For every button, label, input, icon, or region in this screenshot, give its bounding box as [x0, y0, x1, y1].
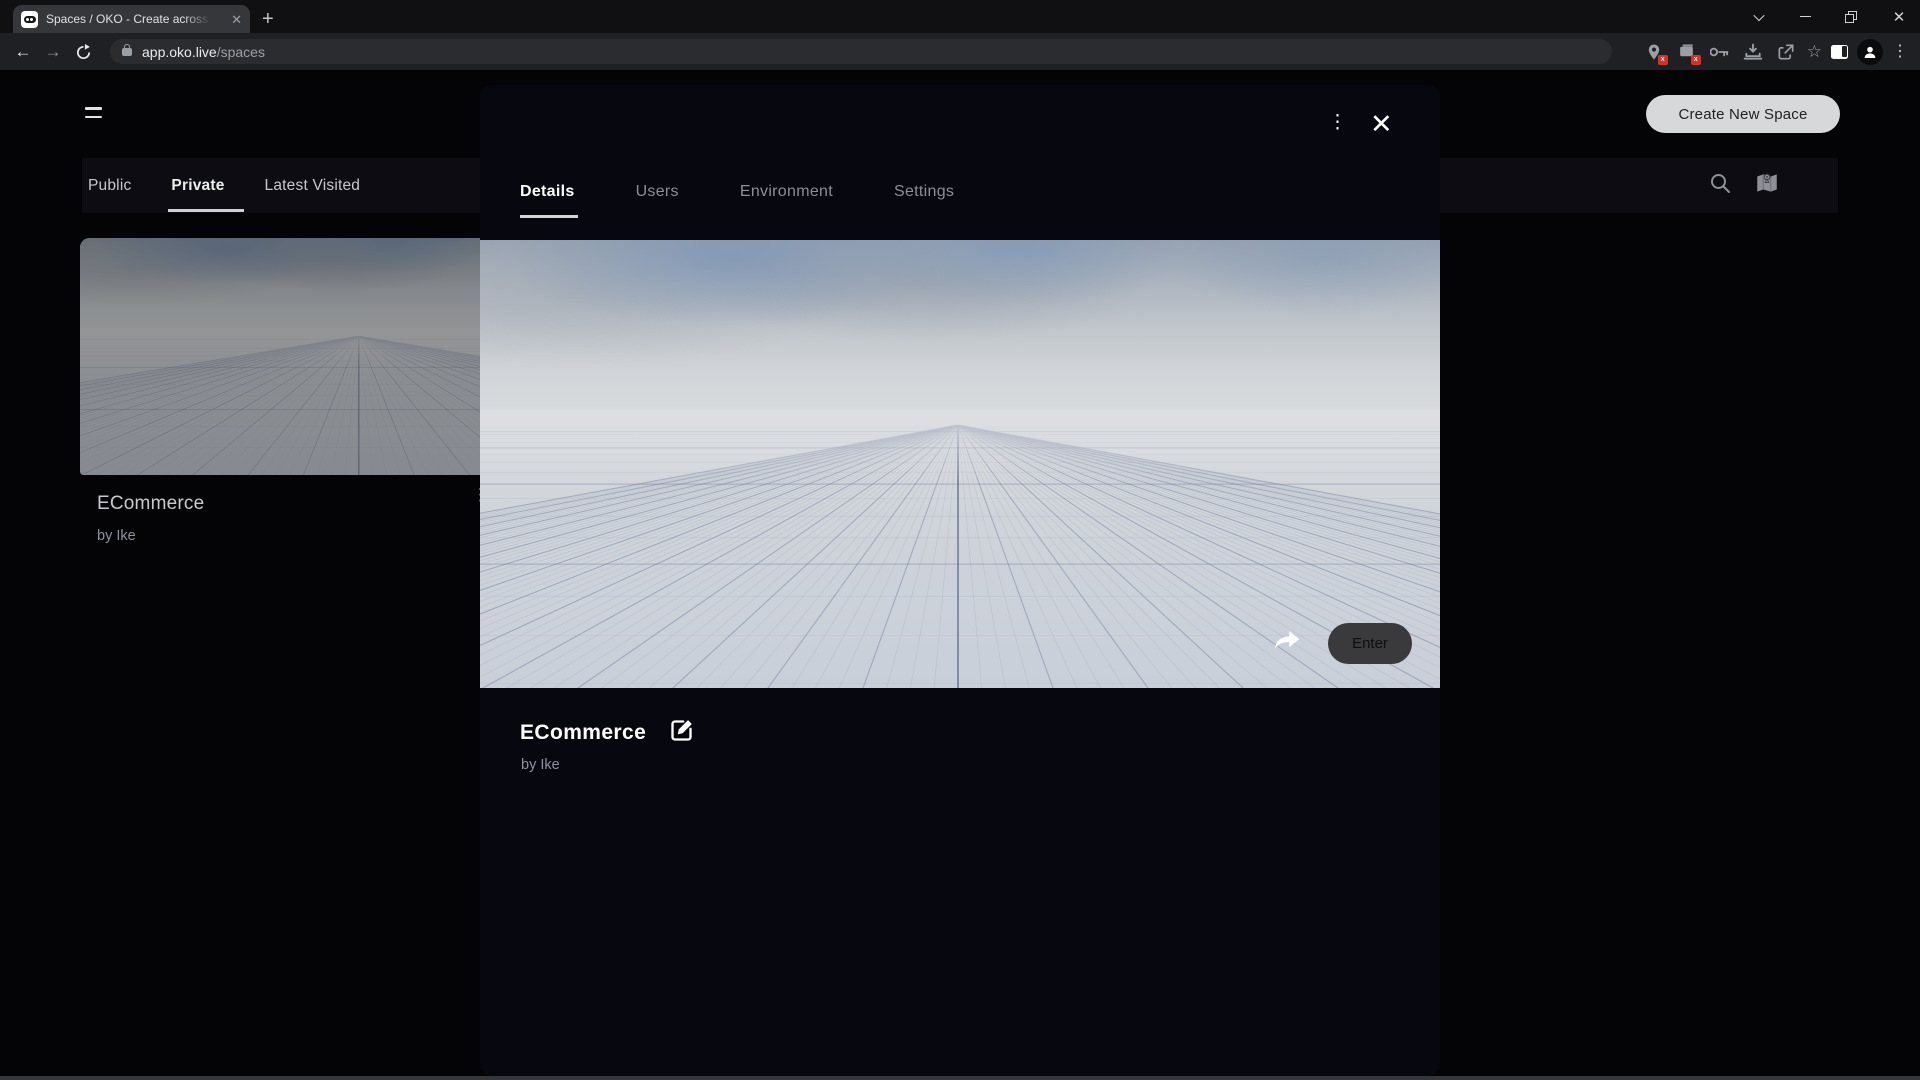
modal-kebab-icon[interactable]: ⋮: [1328, 113, 1347, 134]
active-tab-underline: [168, 209, 244, 212]
modal-tab-details[interactable]: Details: [520, 183, 575, 201]
search-icon[interactable]: [1708, 171, 1732, 200]
site-favicon-icon: [21, 11, 38, 28]
share-icon[interactable]: [1774, 40, 1798, 64]
modal-close-icon[interactable]: ✕: [1370, 111, 1393, 138]
window-close-button[interactable]: ✕: [1882, 0, 1916, 33]
browser-toolbar: ← → app.oko.live/spaces x x: [0, 33, 1920, 70]
modal-space-title: ECommerce: [520, 721, 646, 745]
side-panel-icon[interactable]: [1831, 45, 1848, 59]
enter-space-button[interactable]: Enter: [1328, 623, 1412, 664]
browser-titlebar: Spaces / OKO - Create across rea ✕ + ✕: [0, 0, 1920, 33]
window-restore-button[interactable]: [1836, 0, 1866, 33]
bottom-scrollbar[interactable]: [0, 1076, 1920, 1080]
extension-error-badge: x: [1691, 55, 1701, 65]
modal-tab-settings[interactable]: Settings: [894, 183, 954, 201]
share-arrow-icon[interactable]: [1273, 628, 1303, 654]
tab-private[interactable]: Private: [171, 177, 224, 195]
back-button[interactable]: ←: [8, 42, 38, 62]
window-minimize-button[interactable]: [1790, 0, 1820, 33]
space-preview-image: [480, 240, 1440, 688]
extension-error-badge: x: [1658, 55, 1668, 65]
browser-tab-title: Spaces / OKO - Create across rea: [46, 12, 214, 26]
space-details-modal: ⋮ ✕ Details Users Environment Settings E…: [480, 85, 1440, 1076]
bookmark-star-icon[interactable]: ☆: [1807, 42, 1822, 62]
install-download-icon[interactable]: [1741, 40, 1765, 64]
spaces-page: Create New Space Public Private Latest V…: [0, 70, 1920, 1080]
browser-tab[interactable]: Spaces / OKO - Create across rea ✕: [13, 5, 250, 33]
tab-close-icon[interactable]: ✕: [231, 13, 242, 26]
modal-tab-environment[interactable]: Environment: [740, 183, 833, 201]
forward-button[interactable]: →: [38, 42, 68, 62]
page-url: app.oko.live/spaces: [142, 44, 265, 60]
map-icon[interactable]: [1754, 170, 1780, 201]
extension-card-icon[interactable]: x: [1675, 40, 1699, 64]
password-key-icon[interactable]: [1708, 40, 1732, 64]
tab-public[interactable]: Public: [88, 177, 131, 195]
extension-pin-icon[interactable]: x: [1642, 40, 1666, 64]
address-bar[interactable]: app.oko.live/spaces: [110, 39, 1612, 64]
browser-menu-kebab-icon[interactable]: ⋮: [1892, 44, 1908, 60]
reload-button[interactable]: [68, 42, 98, 62]
lock-icon: [122, 48, 132, 56]
modal-tab-users[interactable]: Users: [636, 183, 679, 201]
new-tab-button[interactable]: +: [262, 7, 274, 31]
tab-search-chevron-icon[interactable]: [1744, 0, 1774, 33]
profile-avatar[interactable]: [1857, 39, 1883, 65]
hamburger-menu-icon[interactable]: [85, 107, 103, 122]
reload-icon: [75, 44, 92, 61]
edit-title-icon[interactable]: [668, 717, 695, 749]
modal-space-author: by Ike: [521, 757, 560, 773]
browser-window: Spaces / OKO - Create across rea ✕ + ✕ ←…: [0, 0, 1920, 1080]
tab-latest-visited[interactable]: Latest Visited: [265, 177, 361, 195]
create-new-space-button[interactable]: Create New Space: [1646, 95, 1840, 133]
modal-active-tab-underline: [520, 215, 578, 218]
